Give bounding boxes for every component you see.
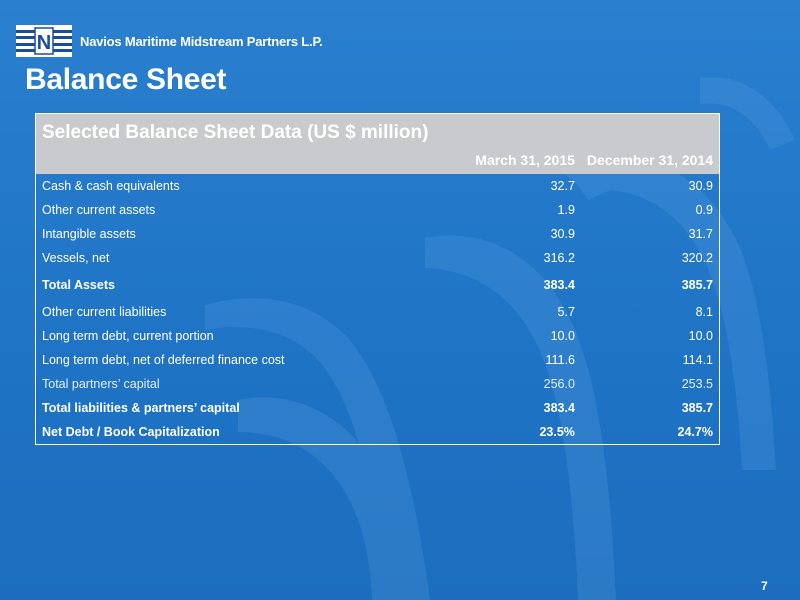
navios-logo-icon: N xyxy=(16,25,72,57)
cell-march-2015: 32.7 xyxy=(550,179,575,193)
cell-december-2014: 114.1 xyxy=(682,353,713,367)
cell-december-2014: 10.0 xyxy=(688,329,713,343)
table-header-row: March 31, 2015 December 31, 2014 xyxy=(35,147,720,174)
table-row: Long term debt, net of deferred finance … xyxy=(36,348,720,372)
table-row: Total partners’ capital 256.0 253.5 xyxy=(36,372,720,396)
row-label: Long term debt, net of deferred finance … xyxy=(42,353,285,367)
row-label: Total partners’ capital xyxy=(42,377,160,391)
cell-march-2015: 383.4 xyxy=(543,401,575,415)
summary-row: Net Debt / Book Capitalization 23.5% 24.… xyxy=(36,420,720,445)
row-label: Other current assets xyxy=(42,203,156,217)
cell-march-2015: 30.9 xyxy=(550,227,575,241)
cell-december-2014: 253.5 xyxy=(681,377,713,391)
row-label: Long term debt, current portion xyxy=(42,329,214,343)
cell-march-2015: 23.5% xyxy=(539,425,575,439)
cell-march-2015: 316.2 xyxy=(543,251,575,265)
cell-december-2014: 385.7 xyxy=(681,401,713,415)
total-row: Total liabilities & partners’ capital 38… xyxy=(36,396,720,420)
table-row: Long term debt, current portion 10.0 10.… xyxy=(36,324,720,348)
row-label: Total Assets xyxy=(42,278,115,292)
table-row: Other current assets 1.9 0.9 xyxy=(36,198,720,222)
table-title: Selected Balance Sheet Data (US $ millio… xyxy=(35,113,720,147)
brand-header: N Navios Maritime Midstream Partners L.P… xyxy=(16,25,323,57)
row-label: Other current liabilities xyxy=(42,305,167,319)
row-label: Intangible assets xyxy=(42,227,136,241)
column-header-label xyxy=(35,147,452,174)
cell-march-2015: 5.7 xyxy=(557,305,575,319)
cell-december-2014: 320.2 xyxy=(681,251,713,265)
page-title: Balance Sheet xyxy=(25,63,227,96)
cell-march-2015: 10.0 xyxy=(550,329,575,343)
row-label: Net Debt / Book Capitalization xyxy=(42,425,220,439)
row-label: Cash & cash equivalents xyxy=(42,179,180,193)
cell-march-2015: 256.0 xyxy=(543,377,575,391)
cell-march-2015: 383.4 xyxy=(543,278,575,292)
cell-december-2014: 8.1 xyxy=(695,305,713,319)
cell-december-2014: 385.7 xyxy=(681,278,713,292)
cell-december-2014: 0.9 xyxy=(695,203,713,217)
cell-march-2015: 111.6 xyxy=(545,353,575,367)
column-header-december-2014: December 31, 2014 xyxy=(580,147,720,174)
table-title-row: Selected Balance Sheet Data (US $ millio… xyxy=(35,113,720,147)
table-row: Other current liabilities 5.7 8.1 xyxy=(36,300,720,324)
table-row: Cash & cash equivalents 32.7 30.9 xyxy=(36,174,720,198)
cell-march-2015: 1.9 xyxy=(557,203,575,217)
row-label: Vessels, net xyxy=(42,251,110,265)
table-row: Intangible assets 30.9 31.7 xyxy=(36,222,720,246)
company-name: Navios Maritime Midstream Partners L.P. xyxy=(80,33,323,49)
cell-december-2014: 31.7 xyxy=(688,227,713,241)
page-number: 7 xyxy=(761,579,768,593)
balance-sheet-table: Selected Balance Sheet Data (US $ millio… xyxy=(35,113,720,445)
logo-letter: N xyxy=(37,32,51,54)
row-label: Total liabilities & partners’ capital xyxy=(42,401,240,415)
cell-december-2014: 30.9 xyxy=(688,179,713,193)
table-row: Vessels, net 316.2 320.2 xyxy=(36,246,720,270)
column-header-march-2015: March 31, 2015 xyxy=(451,147,581,174)
cell-december-2014: 24.7% xyxy=(677,425,713,439)
total-row: Total Assets 383.4 385.7 xyxy=(36,270,720,300)
